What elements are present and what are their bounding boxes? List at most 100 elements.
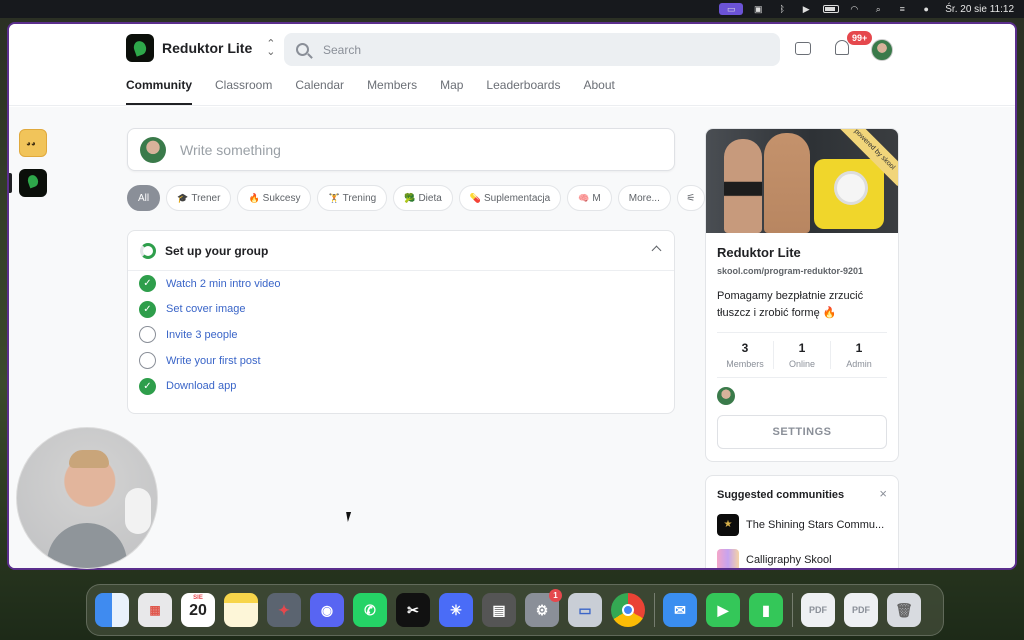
stat-admin[interactable]: 1 Admin	[831, 341, 887, 369]
task-item[interactable]: ✓ Set cover image	[128, 297, 674, 323]
capcut-icon[interactable]: ✂	[396, 593, 430, 627]
pdf-document-icon[interactable]: PDF	[801, 593, 835, 627]
suggested-item[interactable]: The Shining Stars Commu...	[717, 514, 887, 536]
spotlight-icon[interactable]: ⌕	[869, 3, 887, 15]
calendar-icon[interactable]: SIE 20	[181, 593, 215, 627]
calendar-day: 20	[189, 602, 207, 619]
chip-suplementacja[interactable]: 💊 Suplementacja	[458, 185, 562, 211]
mouse-cursor-icon	[346, 512, 353, 522]
stat-label: Online	[788, 359, 815, 369]
chevron-up-down-icon[interactable]: ⌃ ⌄	[266, 39, 275, 58]
task-label[interactable]: Set cover image	[166, 303, 245, 315]
task-label[interactable]: Invite 3 people	[166, 329, 238, 341]
stat-online[interactable]: 1 Online	[774, 341, 831, 369]
wifi-icon[interactable]: ◠	[845, 3, 863, 15]
pdf-document-icon[interactable]: PDF	[844, 593, 878, 627]
tab-classroom[interactable]: Classroom	[215, 78, 272, 105]
setup-header[interactable]: Set up your group	[128, 231, 674, 271]
chevron-up-icon[interactable]	[651, 245, 662, 256]
mail-icon[interactable]: ✉	[663, 593, 697, 627]
siri-icon[interactable]: ●	[917, 3, 935, 15]
task-label[interactable]: Watch 2 min intro video	[166, 278, 281, 290]
macos-menubar: ▭ ▣ ᛒ ▶ ◠ ⌕ ≡ ● Śr. 20 sie 11:12	[0, 0, 1024, 18]
suggested-item-label[interactable]: The Shining Stars Commu...	[746, 519, 884, 531]
search-bar[interactable]	[284, 33, 780, 66]
compose-placeholder: Write something	[180, 141, 281, 158]
finder-icon[interactable]	[95, 593, 129, 627]
macos-dock: ▦ SIE 20 ✦ ◉ ✆ ✂ ✳ ▤ ⚙ 1 ▭ ✉ ▶ ▮ PDF PDF …	[86, 584, 944, 636]
chip-dieta[interactable]: 🥦 Dieta	[393, 185, 453, 211]
menubar-clock[interactable]: Śr. 20 sie 11:12	[945, 4, 1014, 15]
whatsapp-icon[interactable]: ✆	[353, 593, 387, 627]
rail-community-cat[interactable]	[19, 129, 47, 157]
weightlifter-icon: 🏋	[328, 192, 340, 203]
stat-value: 1	[798, 341, 806, 355]
rail-community-reduktor[interactable]	[19, 169, 47, 197]
task-item[interactable]: Write your first post	[128, 348, 674, 374]
brain-icon: 🧠	[578, 192, 590, 203]
task-item[interactable]: ✓ Watch 2 min intro video	[128, 271, 674, 297]
screen-record-icon[interactable]: ▭	[719, 3, 744, 15]
chip-more[interactable]: More...	[617, 185, 671, 211]
user-avatar[interactable]	[871, 39, 893, 61]
leaf-icon	[131, 39, 149, 57]
facetime-icon[interactable]: ▶	[706, 593, 740, 627]
calculator-icon[interactable]: ▤	[482, 593, 516, 627]
chip-trener[interactable]: 🎓 Trener	[166, 185, 232, 211]
chrome-icon[interactable]	[611, 593, 645, 627]
stat-members[interactable]: 3 Members	[717, 341, 774, 369]
bluetooth-icon[interactable]: ᛒ	[773, 3, 791, 15]
suggested-item-label[interactable]: Calligraphy Skool	[746, 554, 832, 566]
webcam-hand	[125, 488, 151, 534]
community-logo-icon	[717, 549, 739, 568]
trash-icon[interactable]: 🗑	[887, 593, 921, 627]
group-switcher[interactable]: Reduktor Lite ⌃ ⌄	[126, 34, 275, 62]
filter-settings-icon[interactable]: ⚟	[676, 185, 705, 211]
write-post-box[interactable]: Write something	[127, 128, 675, 171]
group-name: Reduktor Lite	[162, 40, 253, 56]
play-icon[interactable]: ▶	[797, 3, 815, 15]
battery-icon[interactable]	[823, 5, 840, 13]
app-status-icon[interactable]: ▣	[749, 3, 767, 15]
tab-leaderboards[interactable]: Leaderboards	[486, 78, 560, 105]
chip-trening[interactable]: 🏋 Trening	[317, 185, 388, 211]
tab-calendar[interactable]: Calendar	[295, 78, 344, 105]
check-circle-icon: ✓	[139, 275, 156, 293]
fire-icon: 🔥	[248, 192, 260, 203]
chip-mindset[interactable]: 🧠 M	[567, 185, 612, 211]
task-item[interactable]: Invite 3 people	[128, 322, 674, 348]
preview-icon[interactable]: ▭	[568, 593, 602, 627]
tab-map[interactable]: Map	[440, 78, 463, 105]
setup-checklist: Set up your group ✓ Watch 2 min intro vi…	[127, 230, 675, 414]
suggested-item[interactable]: Calligraphy Skool	[717, 549, 887, 568]
notes-icon[interactable]	[224, 593, 258, 627]
group-logo	[126, 34, 154, 62]
settings-badge: 1	[549, 589, 562, 602]
control-center-icon[interactable]: ≡	[893, 3, 911, 15]
group-info-card: powered by skool Reduktor Lite skool.com…	[705, 128, 899, 462]
task-item[interactable]: ✓ Download app	[128, 373, 674, 399]
task-label[interactable]: Download app	[166, 380, 236, 392]
chip-sukcesy[interactable]: 🔥 Sukcesy	[237, 185, 312, 211]
numbers-icon[interactable]: ▮	[749, 593, 783, 627]
task-label[interactable]: Write your first post	[166, 355, 261, 367]
settings-button[interactable]: SETTINGS	[717, 415, 887, 449]
member-avatar[interactable]	[717, 387, 735, 405]
search-input[interactable]	[323, 42, 723, 57]
chat-icon[interactable]	[795, 42, 811, 55]
search-icon	[296, 43, 309, 56]
system-settings-icon[interactable]: ⚙ 1	[525, 589, 562, 627]
bell-icon[interactable]	[835, 40, 849, 55]
tab-members[interactable]: Members	[367, 78, 417, 105]
chip-all[interactable]: All	[127, 185, 161, 211]
discord-icon[interactable]: ◉	[310, 593, 344, 627]
perplexity-icon[interactable]: ✳	[439, 593, 473, 627]
keynote-icon[interactable]: ✦	[267, 593, 301, 627]
community-logo-icon	[717, 514, 739, 536]
close-icon[interactable]: ×	[879, 486, 887, 501]
tab-community[interactable]: Community	[126, 78, 192, 105]
launchpad-icon[interactable]: ▦	[138, 593, 172, 627]
browser-window: Reduktor Lite ⌃⌄ 99+ Community Classroom…	[7, 22, 1017, 570]
top-navigation: Reduktor Lite ⌃⌄ 99+ Community Classroom…	[9, 24, 1015, 106]
tab-about[interactable]: About	[583, 78, 614, 105]
